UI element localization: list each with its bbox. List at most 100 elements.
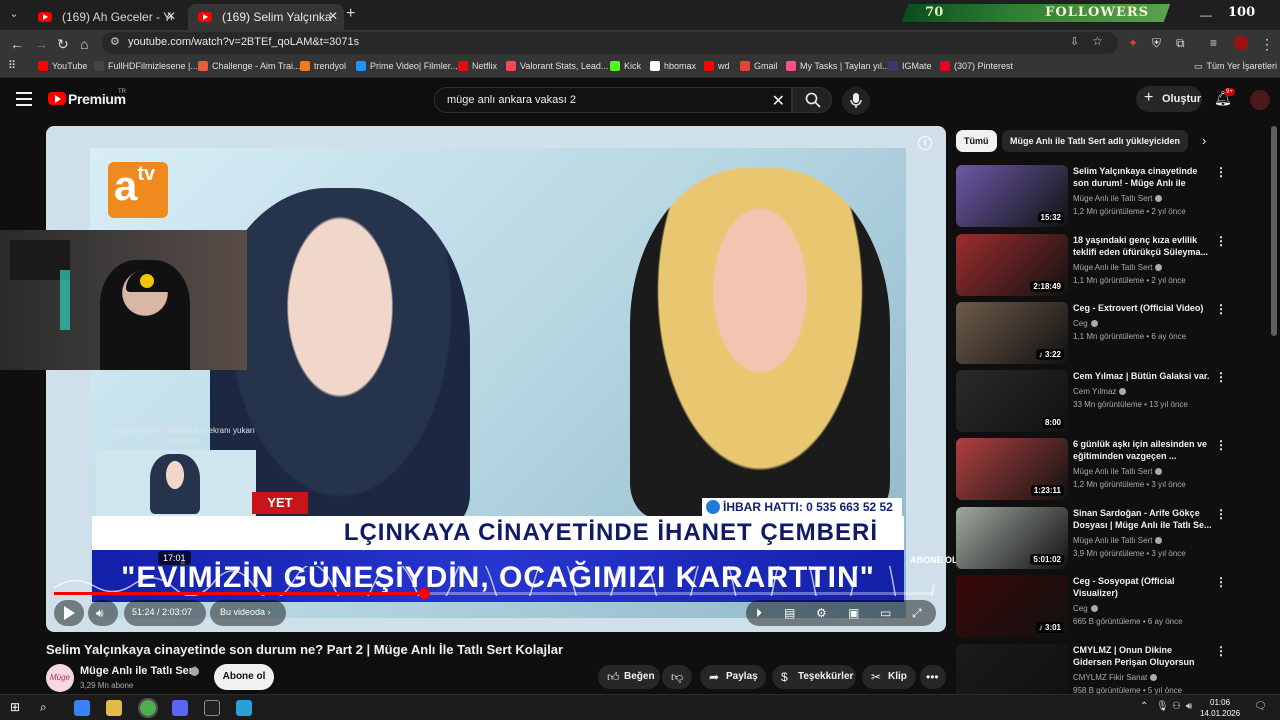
volume-button[interactable]: 🔊︎ <box>88 600 118 626</box>
recommendation-title[interactable]: Selim Yalçınkaya cinayetinde son durum! … <box>1073 165 1213 189</box>
recommendation-channel[interactable]: CMYLMZ Fikir Sanat <box>1073 673 1158 682</box>
tab-search-icon[interactable]: ⌄ <box>6 6 22 22</box>
bookmark-item[interactable]: YouTube <box>38 61 87 71</box>
apps-grid-icon[interactable]: ⠿ <box>8 59 16 72</box>
more-options-icon[interactable]: ⋮ <box>1215 575 1227 589</box>
bookmark-star-icon[interactable]: ☆ <box>1092 34 1103 48</box>
create-button[interactable]: + Oluştur <box>1136 86 1202 112</box>
file-explorer-icon[interactable] <box>106 700 122 716</box>
recommendation-title[interactable]: 18 yaşındaki genç kıza evlilik teklifi e… <box>1073 234 1213 258</box>
notification-center-icon[interactable]: 🗨︎ <box>1254 701 1267 712</box>
bookmark-item[interactable]: FullHDFilmizlesene |... <box>94 61 198 71</box>
tab-selim-yalcinkaya[interactable]: (169) Selim Yalçınkaya cinayetin ✕ <box>188 4 344 30</box>
bookmark-item[interactable]: trendyol <box>300 61 346 71</box>
bookmark-item[interactable]: Netflix <box>458 61 497 71</box>
recommendation-title[interactable]: Ceg - Sosyopat (Official Visualizer) <box>1073 575 1213 599</box>
video-thumbnail[interactable]: 2:18:49 <box>956 234 1068 296</box>
thanks-button[interactable]: $ Teşekkürler <box>772 665 856 689</box>
clock[interactable]: 01:06 14.01.2026 <box>1200 697 1240 719</box>
forward-icon[interactable]: → <box>34 36 48 52</box>
discord-icon[interactable] <box>172 700 188 716</box>
like-button[interactable]: 👍︎ Beğen <box>598 665 660 689</box>
search-query[interactable]: müge anlı ankara vakası 2 <box>447 94 576 106</box>
site-info-icon[interactable]: ⚙ <box>110 35 120 48</box>
dislike-button[interactable]: 👎︎ <box>662 665 692 689</box>
scrubber-handle[interactable] <box>418 588 430 599</box>
recommendation-channel[interactable]: Ceg <box>1073 319 1098 328</box>
tray-chevron-icon[interactable]: ⌃ <box>1140 701 1148 712</box>
bookmark-item[interactable]: Gmail <box>740 61 778 71</box>
channel-avatar[interactable]: Müge <box>46 664 74 692</box>
recommendation-item[interactable]: ♪ 3:22 Ceg - Extrovert (Official Video) Ce… <box>956 302 1227 366</box>
search-button[interactable] <box>792 87 832 113</box>
video-thumbnail[interactable]: 15:32 <box>956 165 1068 227</box>
play-button[interactable] <box>54 600 84 626</box>
recommendation-item[interactable]: 1:23:11 6 günlük aşkı için ailesinden ve … <box>956 438 1227 502</box>
close-icon[interactable]: ✕ <box>328 9 338 23</box>
chrome-icon[interactable] <box>138 698 158 718</box>
recommendation-item[interactable]: 15:32 Selim Yalçınkaya cinayetinde son du… <box>956 165 1227 229</box>
new-tab-button[interactable]: + <box>346 5 355 23</box>
more-options-icon[interactable]: ⋮ <box>1215 165 1227 179</box>
all-bookmarks[interactable]: ▭ Tüm Yer İşaretleri <box>1194 61 1277 72</box>
clear-search-icon[interactable]: ✕ <box>772 91 785 111</box>
video-thumbnail[interactable]: 5:01:02 <box>956 507 1068 569</box>
chip-from-uploader[interactable]: Müge Anlı ile Tatlı Sert adlı yükleyicid… <box>1002 130 1189 152</box>
subtitles-icon[interactable]: ▤ <box>784 606 795 620</box>
video-thumbnail[interactable]: 1:23:11 <box>956 438 1068 500</box>
recommendation-channel[interactable]: Cem Yılmaz <box>1073 387 1127 396</box>
tab-ah-geceler[interactable]: (169) Ah Geceler - YouTube ✕ <box>28 4 182 30</box>
scrollbar[interactable] <box>1271 126 1277 336</box>
more-options-icon[interactable]: ⋮ <box>1215 302 1227 316</box>
fullscreen-icon[interactable]: ⤢ <box>912 606 922 621</box>
install-icon[interactable]: ⇩ <box>1070 35 1079 48</box>
chip-all[interactable]: Tümü <box>956 130 997 152</box>
video-thumbnail[interactable]: ♪ 3:22 <box>956 302 1068 364</box>
shield-icon[interactable]: ⛨ <box>1152 36 1161 51</box>
voice-search-button[interactable] <box>842 87 870 115</box>
profile-avatar[interactable] <box>1234 36 1248 50</box>
subscribe-button[interactable]: Abone ol <box>214 664 274 690</box>
recommendation-title[interactable]: Cem Yılmaz | Bütün Galaksi var. <box>1073 370 1213 382</box>
channel-name[interactable]: Müge Anlı ile Tatlı Sert <box>80 665 197 677</box>
recommendation-title[interactable]: CMYLMZ | Onun Dikine Gidersen Perişan Ol… <box>1073 644 1213 668</box>
reload-icon[interactable]: ↻ <box>57 36 69 53</box>
recommendation-channel[interactable]: Müge Anlı ile Tatlı Sert <box>1073 263 1163 272</box>
hamburger-menu-icon[interactable] <box>16 92 32 106</box>
recommendation-channel[interactable]: Müge Anlı ile Tatlı Sert <box>1073 467 1163 476</box>
close-icon[interactable]: ✕ <box>166 9 176 23</box>
recommendation-channel[interactable]: Müge Anlı ile Tatlı Sert <box>1073 194 1163 203</box>
more-options-icon[interactable]: ⋮ <box>1215 234 1227 248</box>
recommendation-item[interactable]: 8:00 Cem Yılmaz | Bütün Galaksi var. Cem Y… <box>956 370 1227 434</box>
recommendation-item[interactable]: 5:01:02 Sinan Sardoğan - Arife Gökçe Dosy… <box>956 507 1227 571</box>
more-options-icon[interactable]: ⋮ <box>1215 438 1227 452</box>
recommendation-channel[interactable]: Ceg <box>1073 604 1098 613</box>
recommendation-item[interactable]: ♪ 3:01 Ceg - Sosyopat (Official Visualize… <box>956 575 1227 639</box>
media-control-icon[interactable]: ≡ <box>1210 36 1217 50</box>
network-icon[interactable]: ⚇ <box>1172 701 1181 712</box>
info-icon[interactable]: i <box>918 136 932 150</box>
chevron-right-icon[interactable]: › <box>1202 133 1206 148</box>
bookmark-item[interactable]: IGMate <box>888 61 932 71</box>
bookmark-item[interactable]: Kick <box>610 61 641 71</box>
settings-gear-icon[interactable]: ⚙ <box>816 606 827 620</box>
extensions-puzzle-icon[interactable]: ⧉ <box>1176 36 1185 51</box>
chapters-button[interactable]: Bu videoda › <box>210 600 286 626</box>
bookmark-item[interactable]: hbomax <box>650 61 696 71</box>
search-input[interactable]: müge anlı ankara vakası 2 ✕ <box>434 87 792 113</box>
copilot-icon[interactable] <box>74 700 90 716</box>
app-icon[interactable] <box>236 700 252 716</box>
autoplay-toggle-icon[interactable]: ⏵ <box>756 606 762 621</box>
minimize-icon[interactable]: — <box>1200 8 1212 22</box>
recommendation-title[interactable]: Sinan Sardoğan - Arife Gökçe Dosyası | M… <box>1073 507 1213 531</box>
home-icon[interactable]: ⌂ <box>80 36 88 52</box>
menu-kebab-icon[interactable]: ⋮ <box>1260 36 1274 53</box>
volume-tray-icon[interactable]: 🔊︎ <box>1186 701 1192 712</box>
search-icon[interactable]: ⌕ <box>40 700 56 716</box>
progress-bar[interactable] <box>54 588 934 599</box>
recommendation-item[interactable]: 2:18:49 18 yaşındaki genç kıza evlilik te… <box>956 234 1227 298</box>
recommendation-title[interactable]: 6 günlük aşkı için ailesinden ve eğitimi… <box>1073 438 1213 462</box>
youtube-logo-icon[interactable] <box>48 92 66 105</box>
more-options-icon[interactable]: ⋮ <box>1215 370 1227 384</box>
mic-tray-icon[interactable]: 🎙︎ <box>1156 701 1169 712</box>
